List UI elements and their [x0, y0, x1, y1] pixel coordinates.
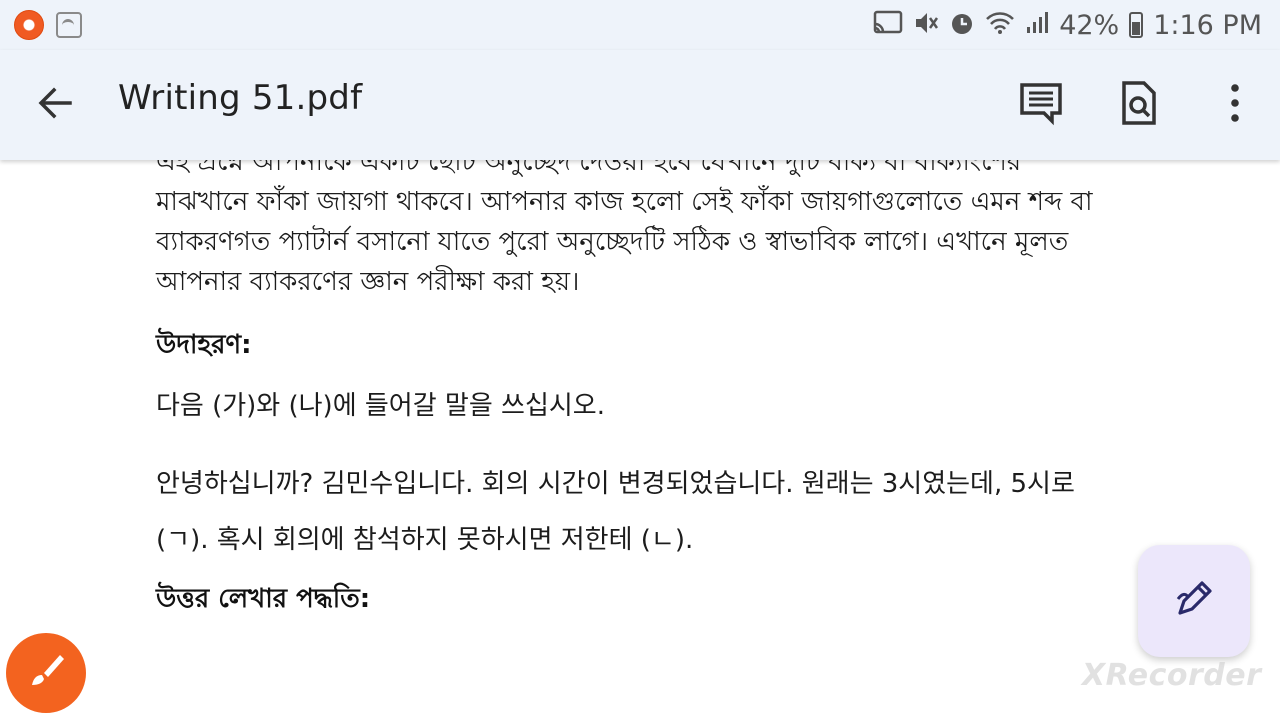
find-in-document-icon[interactable] — [1116, 80, 1162, 126]
passage-line: 안녕하십니까? 김민수입니다. 회의 시간이 변경되었습니다. 원래는 3시였는… — [156, 469, 1075, 499]
wifi-icon — [985, 11, 1015, 39]
status-bar: 42% 1:16 PM — [0, 0, 1280, 50]
document-title: Writing 51.pdf — [118, 78, 363, 118]
intro-paragraph: এই প্রশ্নে আপনাকে একটি ছোট অনুচ্ছেদ দেওয… — [156, 160, 1156, 302]
status-notifications — [14, 10, 82, 40]
clock: 1:16 PM — [1153, 9, 1262, 41]
example-heading: উদাহরণ: — [156, 330, 252, 360]
more-vertical-icon[interactable] — [1212, 80, 1258, 126]
app-bar: Writing 51.pdf — [0, 50, 1280, 160]
korean-passage: 안녕하십니까? 김민수입니다. 회의 시간이 변경되었습니다. 원래는 3시였는… — [156, 456, 1156, 568]
edit-pen-icon — [1172, 577, 1216, 625]
wifi-notification-icon — [56, 12, 82, 38]
battery-icon — [1129, 12, 1144, 38]
mute-icon — [913, 10, 939, 40]
comment-icon[interactable] — [1018, 80, 1064, 126]
cast-icon — [873, 10, 903, 40]
pdf-page[interactable]: এই প্রশ্নে আপনাকে একটি ছোট অনুচ্ছেদ দেওয… — [0, 160, 1280, 720]
paragraph-line: এই প্রশ্নে আপনাকে একটি ছোট অনুচ্ছেদ দেওয… — [156, 160, 1022, 177]
status-indicators: 42% 1:16 PM — [873, 6, 1262, 44]
passage-line: (ㄱ). 혹시 회의에 참석하지 못하시면 저한테 (ㄴ). — [156, 525, 694, 555]
edit-button[interactable] — [1138, 545, 1250, 657]
brush-icon — [26, 651, 66, 695]
screen-recorder-icon — [14, 10, 44, 40]
answer-method-heading: উত্তর লেখার পদ্ধতি: — [156, 584, 371, 614]
paragraph-line: ব্যাকরণগত প্যাটার্ন বসানো যাতে পুরো অনুচ… — [156, 227, 1069, 257]
recorder-watermark: XRecorder — [1082, 658, 1262, 693]
paragraph-line: আপনার ব্যাকরণের জ্ঞান পরীক্ষা করা হয়। — [156, 267, 580, 297]
arrow-left-icon[interactable] — [34, 82, 76, 124]
recorder-brush-button[interactable] — [6, 633, 86, 713]
alarm-icon — [949, 10, 975, 40]
instruction-text: 다음 (가)와 (나)에 들어갈 말을 쓰십시오. — [156, 391, 605, 421]
battery-percent: 42% — [1059, 9, 1120, 41]
paragraph-line: মাঝখানে ফাঁকা জায়গা থাকবে। আপনার কাজ হল… — [156, 187, 1093, 217]
signal-icon — [1025, 11, 1049, 39]
